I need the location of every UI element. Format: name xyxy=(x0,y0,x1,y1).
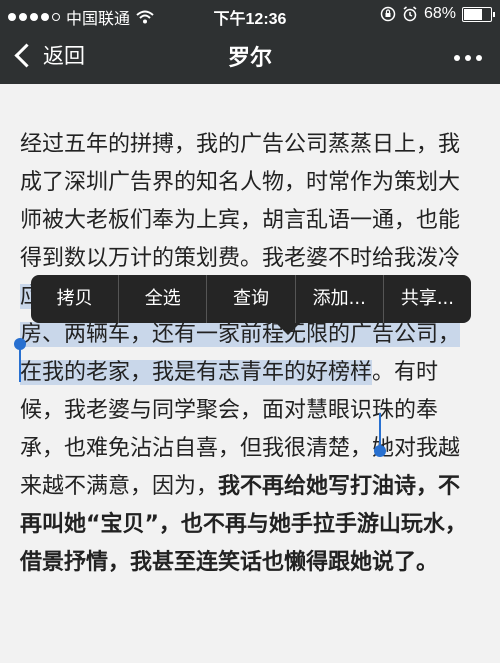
alarm-icon xyxy=(403,6,417,22)
battery-icon xyxy=(462,6,495,22)
selection-start-handle[interactable] xyxy=(14,338,26,382)
article-paragraph-2: 应该说，我的努力还是有成绩的，我有三套房、两辆车，还有一家前程无限的广告公司，在… xyxy=(20,278,480,582)
menu-item-lookup[interactable]: 查询 xyxy=(207,275,296,323)
nav-bar: 返回 罗尔 xyxy=(0,30,500,84)
menu-item-add[interactable]: 添加... xyxy=(296,275,384,323)
status-right: 68% xyxy=(380,5,495,23)
status-bar: 中国联通 下午12:36 68% xyxy=(0,0,500,30)
article-paragraph-1: 经过五年的拼搏，我的广告公司蒸蒸日上，我成了深圳广告界的知名人物，时常作为策划大… xyxy=(20,132,461,271)
article-body: 经过五年的拼搏，我的广告公司蒸蒸日上，我成了深圳广告界的知名人物，时常作为策划大… xyxy=(20,126,480,582)
text-selection-menu: 拷贝 全选 查询 添加... 共享... xyxy=(31,275,471,335)
menu-item-copy[interactable]: 拷贝 xyxy=(31,275,120,323)
rotation-lock-icon xyxy=(380,6,396,22)
menu-item-select-all[interactable]: 全选 xyxy=(119,275,208,323)
page-title: 罗尔 xyxy=(227,46,272,71)
menu-item-share[interactable]: 共享... xyxy=(384,275,471,323)
more-options-icon[interactable] xyxy=(454,55,482,61)
selection-end-handle[interactable] xyxy=(374,413,386,457)
battery-percent: 68% xyxy=(423,5,456,22)
battery-fill xyxy=(464,8,482,20)
